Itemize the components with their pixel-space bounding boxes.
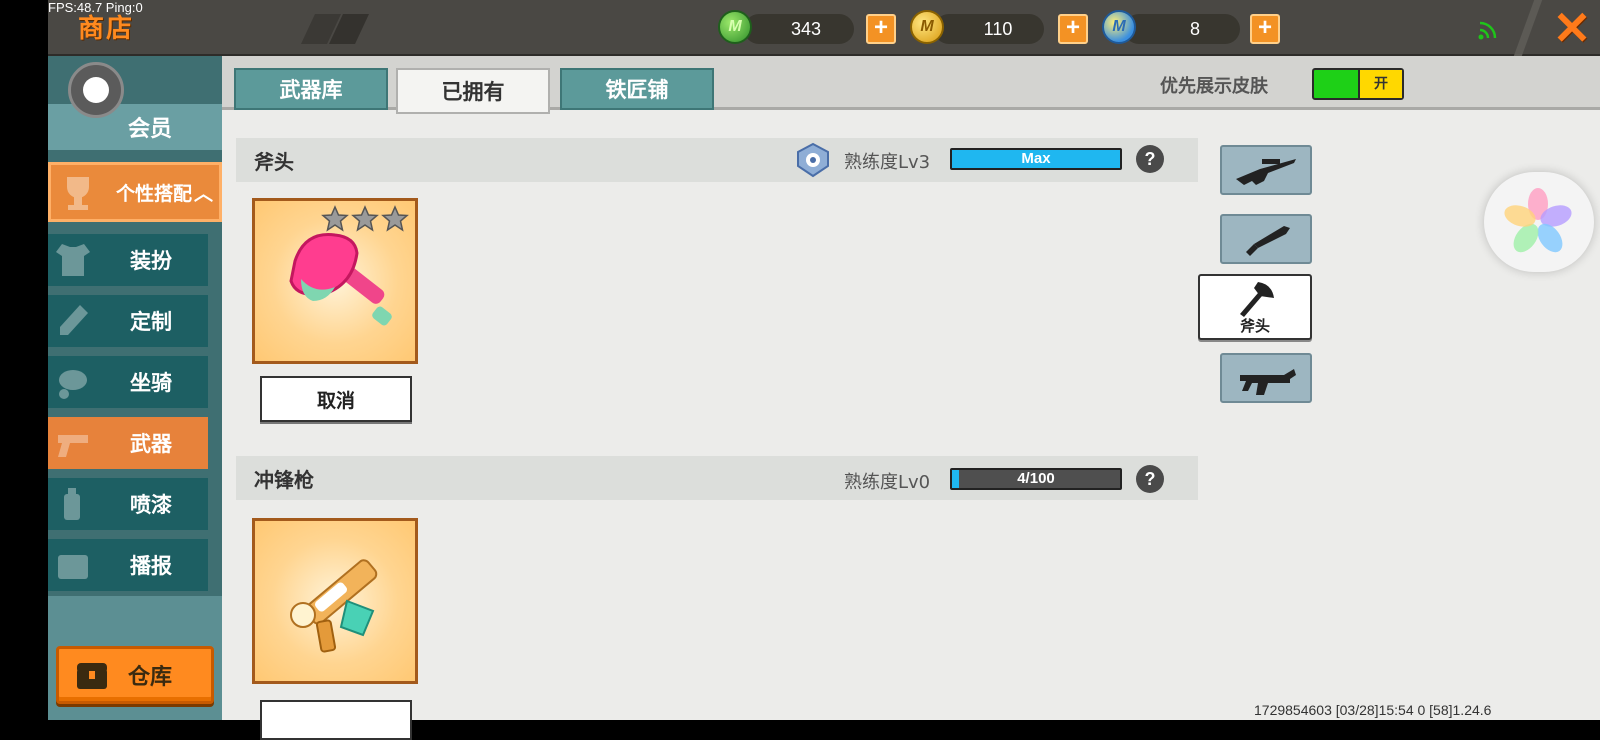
pencil-icon [60, 305, 88, 335]
star-icon [321, 205, 349, 232]
tab-label: 铁匠铺 [605, 78, 669, 102]
star-icon [381, 205, 409, 232]
proficiency-bar: Max [950, 148, 1122, 170]
mount-icon [59, 370, 87, 399]
skin-priority-label: 优先展示皮肤 [1160, 76, 1268, 97]
floating-assist-button[interactable] [68, 62, 124, 118]
tab-armory[interactable]: 武器库 [234, 68, 388, 110]
sidebar-item-member[interactable]: 会员 [48, 104, 222, 150]
tab-owned[interactable]: 已拥有 [396, 68, 550, 114]
weapon-card-smg[interactable] [252, 518, 418, 684]
weapon-name: 冲锋枪 [254, 468, 314, 492]
star-rating [321, 205, 409, 232]
sidebar-item-label: 喷漆 [130, 493, 172, 517]
sidebar-group-outfit[interactable]: 个性搭配 ︿ [48, 162, 222, 222]
help-button[interactable]: ? [1136, 145, 1164, 173]
weapon-card-axe[interactable] [252, 198, 418, 364]
add-green-gem-button[interactable]: + [866, 14, 896, 44]
trophy-icon [67, 177, 89, 210]
toggle-state: 开 [1358, 70, 1402, 98]
spray-can-icon [64, 488, 80, 520]
tab-blacksmith[interactable]: 铁匠铺 [560, 68, 714, 110]
sidebar-item-label: 定制 [130, 310, 172, 334]
filter-axe-button[interactable]: 斧头 [1198, 274, 1312, 340]
sidebar-item-label: 武器 [130, 432, 172, 456]
sidebar-item-outfit[interactable]: 装扮 [48, 234, 208, 286]
green-gem-icon: M [718, 10, 752, 44]
star-icon [351, 205, 379, 232]
proficiency-bar-text: 4/100 [1017, 470, 1055, 487]
build-info: 1729854603 [03/28]15:54 0 [58]1.24.6 [1254, 702, 1492, 718]
revolver-icon [58, 435, 88, 457]
filter-knife-button[interactable] [1220, 214, 1312, 264]
skin-priority-toggle[interactable]: 开 [1312, 68, 1404, 100]
sidebar-item-broadcast[interactable]: 播报 [48, 539, 208, 591]
axe-icon [1240, 282, 1274, 317]
smg-skin-image [290, 559, 378, 653]
filter-sniper-button[interactable] [1220, 145, 1312, 195]
sidebar-item-label: 会员 [127, 117, 172, 142]
warehouse-button[interactable]: 仓库 [56, 646, 214, 704]
proficiency-bar-text: Max [1021, 150, 1051, 167]
blue-coin-icon: M [1102, 10, 1136, 44]
close-icon[interactable]: ✕ [1550, 4, 1594, 52]
submachine-gun-icon [1240, 369, 1296, 395]
gold-coin-icon: M [910, 10, 944, 44]
warehouse-label: 仓库 [127, 665, 172, 690]
chevron-up-icon: ︿ [193, 182, 213, 205]
sidebar-item-label: 装扮 [130, 249, 172, 273]
sidebar-item-label: 坐骑 [130, 371, 172, 395]
game-shop-screen: FPS:48.7 Ping:0 商店 M 343 + M 110 + M 8 +… [0, 0, 1600, 740]
sniper-rifle-icon [1236, 159, 1296, 185]
weapon-name: 斧头 [254, 150, 294, 174]
floating-assistant[interactable] [1484, 172, 1594, 272]
sidebar-item-mount[interactable]: 坐骑 [48, 356, 208, 408]
proficiency-label: 熟练度Lv3 [844, 152, 931, 173]
shirt-icon [56, 244, 90, 276]
currency-green-value: 343 [790, 19, 822, 39]
proficiency-label: 熟练度Lv0 [844, 472, 931, 493]
add-gold-coin-button[interactable]: + [1058, 14, 1088, 44]
filter-label: 斧头 [1239, 317, 1270, 335]
smg-action-button[interactable] [260, 700, 412, 740]
sidebar-item-spray[interactable]: 喷漆 [48, 478, 208, 530]
add-blue-coin-button[interactable]: + [1250, 14, 1280, 44]
sidebar-item-label: 播报 [130, 554, 172, 578]
tab-label: 已拥有 [441, 80, 505, 104]
tab-label: 武器库 [279, 78, 343, 102]
proficiency-badge-icon [797, 142, 829, 178]
currency-blue-value: 8 [1189, 19, 1200, 39]
help-button[interactable]: ? [1136, 465, 1164, 493]
filter-smg-button[interactable] [1220, 353, 1312, 403]
chest-icon [77, 663, 107, 689]
sidebar-item-customize[interactable]: 定制 [48, 295, 208, 347]
proficiency-bar: 4/100 [950, 468, 1122, 490]
flower-icon [1504, 188, 1572, 253]
sidebar-item-weapon[interactable]: 武器 [48, 417, 208, 469]
knife-icon [1246, 226, 1290, 256]
sidebar-group-label: 个性搭配 [115, 182, 192, 205]
currency-gold-value: 110 [983, 19, 1013, 39]
fps-ping-readout: FPS:48.7 Ping:0 [48, 0, 143, 15]
cancel-button[interactable]: 取消 [260, 376, 412, 422]
signal-icon [1478, 21, 1497, 40]
broadcast-icon [58, 555, 88, 579]
